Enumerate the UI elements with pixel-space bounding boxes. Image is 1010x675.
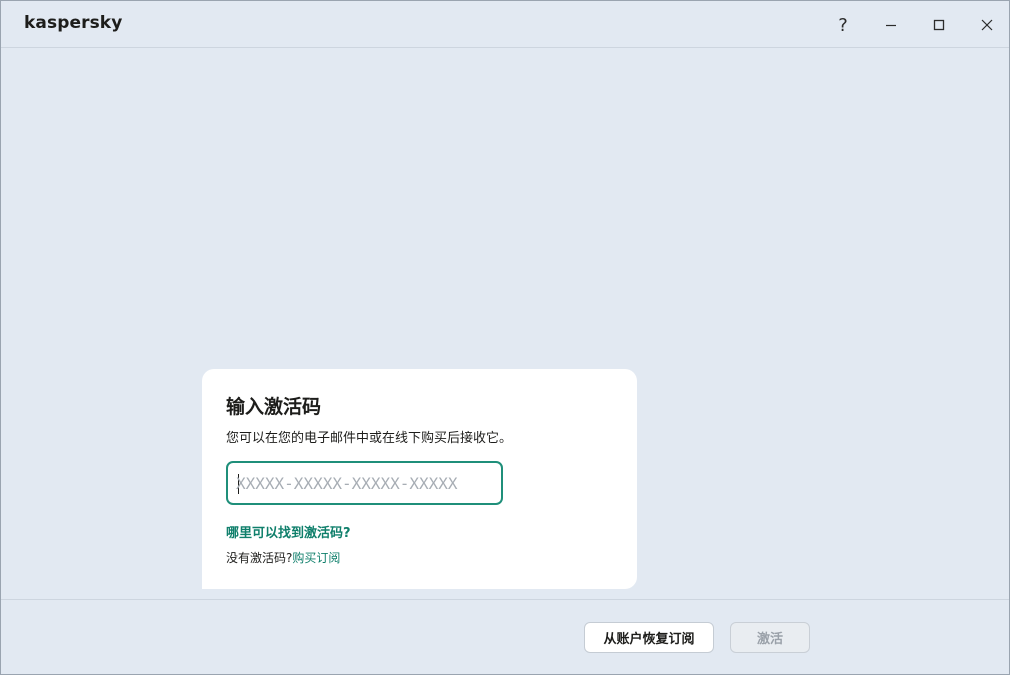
title-bar: kaspersky ? bbox=[1, 1, 1009, 48]
find-code-link[interactable]: 哪里可以找到激活码? bbox=[226, 522, 351, 541]
app-window: kaspersky ? 输入激活码 您可以在您的电子邮件中或在线下购买后接收它。 bbox=[0, 0, 1010, 675]
minimize-icon bbox=[886, 24, 896, 27]
help-button[interactable]: ? bbox=[828, 10, 858, 40]
minimize-button[interactable] bbox=[876, 10, 906, 40]
buy-subscription-link[interactable]: 购买订阅 bbox=[292, 551, 340, 565]
restore-from-account-button[interactable]: 从账户恢复订阅 bbox=[584, 622, 714, 653]
no-code-text: 没有激活码? bbox=[226, 551, 293, 565]
activation-code-input[interactable] bbox=[236, 471, 494, 495]
card-title: 输入激活码 bbox=[226, 396, 322, 418]
help-icon: ? bbox=[838, 14, 848, 36]
activate-button[interactable]: 激活 bbox=[730, 622, 810, 653]
no-code-row: 没有激活码?购买订阅 bbox=[226, 549, 340, 566]
close-button[interactable] bbox=[972, 10, 1002, 40]
maximize-button[interactable] bbox=[924, 10, 954, 40]
activation-code-field[interactable] bbox=[226, 461, 503, 505]
maximize-icon bbox=[933, 19, 945, 31]
card-description: 您可以在您的电子邮件中或在线下购买后接收它。 bbox=[226, 431, 513, 446]
activation-card: 输入激活码 您可以在您的电子邮件中或在线下购买后接收它。 哪里可以找到激活码? … bbox=[202, 369, 637, 589]
footer-bar: 从账户恢复订阅 激活 bbox=[1, 599, 1009, 674]
kaspersky-logo: kaspersky bbox=[24, 13, 123, 33]
close-icon bbox=[981, 19, 993, 31]
